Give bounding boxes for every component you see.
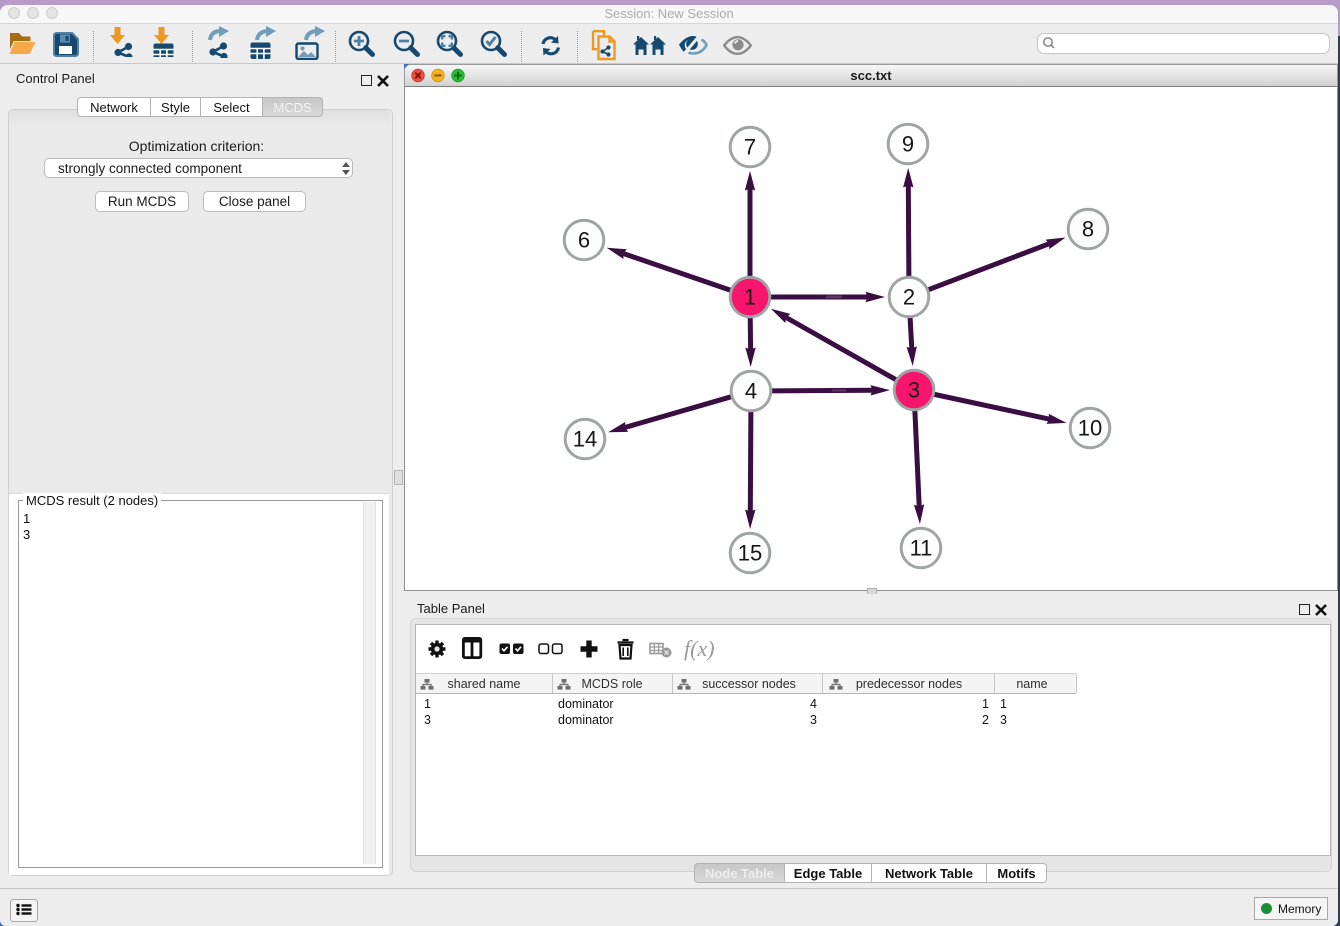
svg-text:11: 11 xyxy=(910,536,933,561)
svg-text:15: 15 xyxy=(738,541,762,566)
svg-text:4: 4 xyxy=(745,379,757,404)
svg-text:9: 9 xyxy=(902,132,914,157)
svg-text:2: 2 xyxy=(903,285,915,310)
svg-text:7: 7 xyxy=(744,135,756,160)
svg-text:1: 1 xyxy=(744,285,756,310)
svg-text:6: 6 xyxy=(578,228,590,253)
svg-text:3: 3 xyxy=(908,378,920,403)
svg-text:8: 8 xyxy=(1082,217,1094,242)
svg-text:10: 10 xyxy=(1078,416,1102,441)
svg-text:14: 14 xyxy=(573,427,597,452)
